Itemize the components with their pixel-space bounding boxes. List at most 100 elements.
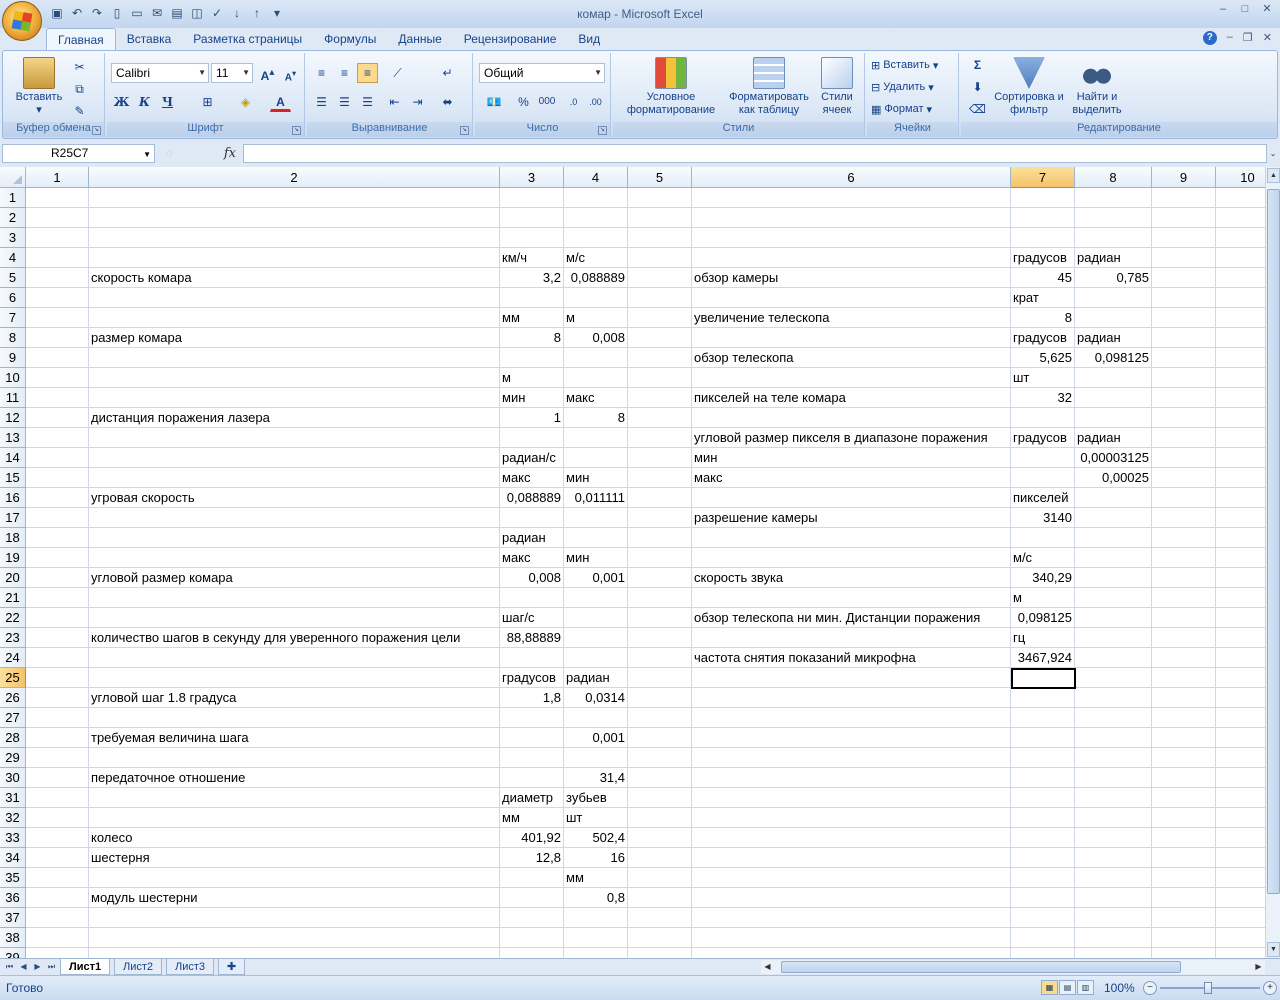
grid-cell[interactable] <box>26 408 89 428</box>
grid-cell[interactable] <box>89 608 500 628</box>
grid-cell[interactable] <box>1075 188 1152 208</box>
borders-icon[interactable]: ⊞ <box>197 92 218 112</box>
grid-cell[interactable] <box>1011 808 1075 828</box>
sheet-tab[interactable]: Лист3 <box>166 959 215 975</box>
cell-value[interactable]: 502,4 <box>564 828 628 848</box>
cell-value[interactable]: 45 <box>1011 268 1075 288</box>
grid-cell[interactable] <box>89 468 500 488</box>
cell-value[interactable]: 1,8 <box>500 688 564 708</box>
grid-cell[interactable] <box>628 548 692 568</box>
grid-cell[interactable] <box>1216 808 1265 828</box>
grid-cell[interactable] <box>1152 408 1216 428</box>
cell-value[interactable]: радиан <box>564 668 628 688</box>
grid-cell[interactable] <box>692 868 1011 888</box>
grid-cell[interactable] <box>1216 948 1265 958</box>
ribbon-tab[interactable]: Формулы <box>313 28 387 50</box>
hscroll-thumb[interactable] <box>781 961 1181 973</box>
grid-cell[interactable] <box>500 748 564 768</box>
grid-cell[interactable] <box>1152 348 1216 368</box>
orientation-icon[interactable]: ⟋ <box>387 63 408 83</box>
grid-cell[interactable] <box>1011 208 1075 228</box>
grid-cell[interactable] <box>628 528 692 548</box>
row-header[interactable]: 36 <box>0 888 26 908</box>
font-size-select[interactable]: 11 ▼ <box>211 63 253 83</box>
grid-cell[interactable] <box>1011 708 1075 728</box>
bold-button[interactable]: Ж <box>111 92 132 112</box>
grid-cell[interactable] <box>628 868 692 888</box>
grid-cell[interactable] <box>1075 928 1152 948</box>
cell-value[interactable]: 0,00003125 <box>1075 448 1152 468</box>
ribbon-tab[interactable]: Вид <box>567 28 611 50</box>
row-header[interactable]: 18 <box>0 528 26 548</box>
dialog-launcher-icon[interactable]: ↘ <box>92 126 101 135</box>
row-header[interactable]: 25 <box>0 668 26 688</box>
grid-cell[interactable] <box>628 808 692 828</box>
row-header[interactable]: 3 <box>0 228 26 248</box>
grid-cell[interactable] <box>1075 228 1152 248</box>
grid-cell[interactable] <box>500 648 564 668</box>
grid-cell[interactable] <box>628 948 692 958</box>
cell-value[interactable]: дистанция поражения лазера <box>89 408 500 428</box>
grid-cell[interactable] <box>26 828 89 848</box>
grid-cell[interactable] <box>564 228 628 248</box>
cell-value[interactable]: 0,011111 <box>564 488 628 508</box>
grid-cell[interactable] <box>26 588 89 608</box>
formula-input[interactable] <box>243 144 1267 163</box>
grid-cell[interactable] <box>1075 828 1152 848</box>
grid-cell[interactable] <box>1075 728 1152 748</box>
grid-cell[interactable] <box>692 748 1011 768</box>
grid-cell[interactable] <box>628 628 692 648</box>
sort-filter-button[interactable]: Сортировка и фильтр <box>991 57 1067 117</box>
grid-cell[interactable] <box>26 188 89 208</box>
grid-cell[interactable] <box>1011 928 1075 948</box>
grid-cell[interactable] <box>89 448 500 468</box>
grid-cell[interactable] <box>1011 448 1075 468</box>
grid-cell[interactable] <box>564 928 628 948</box>
row-header[interactable]: 23 <box>0 628 26 648</box>
column-header[interactable]: 2 <box>89 167 500 188</box>
column-header[interactable]: 8 <box>1075 167 1152 188</box>
grid-cell[interactable] <box>628 188 692 208</box>
grid-cell[interactable] <box>89 248 500 268</box>
cell-value[interactable]: обзор камеры <box>692 268 1011 288</box>
grid-cell[interactable] <box>1011 828 1075 848</box>
grid-cell[interactable] <box>1152 808 1216 828</box>
grid-cell[interactable] <box>1216 628 1265 648</box>
grid-cell[interactable] <box>26 908 89 928</box>
grid-cell[interactable] <box>500 888 564 908</box>
minimize-workbook-icon[interactable]: – <box>1227 31 1233 45</box>
cell-value[interactable]: мин <box>564 468 628 488</box>
ribbon-tab[interactable]: Разметка страницы <box>182 28 313 50</box>
grid-cell[interactable] <box>500 728 564 748</box>
row-header[interactable]: 39 <box>0 948 26 958</box>
row-header[interactable]: 13 <box>0 428 26 448</box>
grid-cell[interactable] <box>1152 588 1216 608</box>
align-right-icon[interactable]: ☰ <box>357 92 378 112</box>
grid-cell[interactable] <box>628 448 692 468</box>
cell-value[interactable]: 8 <box>564 408 628 428</box>
cell-value[interactable]: 340,29 <box>1011 568 1075 588</box>
grid-cell[interactable] <box>26 748 89 768</box>
ribbon-tab[interactable]: Главная <box>46 28 116 50</box>
grid-cell[interactable] <box>1216 668 1265 688</box>
grid-cell[interactable] <box>1152 748 1216 768</box>
grid-cell[interactable] <box>1075 668 1152 688</box>
grid-cell[interactable] <box>628 708 692 728</box>
cell-value[interactable]: 1 <box>500 408 564 428</box>
cell-value[interactable]: шаг/с <box>500 608 564 628</box>
grid-cell[interactable] <box>1152 688 1216 708</box>
cell-value[interactable]: макс <box>692 468 1011 488</box>
grid-cell[interactable] <box>1075 288 1152 308</box>
grid-cell[interactable] <box>692 708 1011 728</box>
grid-cell[interactable] <box>692 188 1011 208</box>
grid-cell[interactable] <box>26 608 89 628</box>
ribbon-tab[interactable]: Вставка <box>116 28 183 50</box>
grid-cell[interactable] <box>1075 388 1152 408</box>
grid-cell[interactable] <box>1011 688 1075 708</box>
grid-cell[interactable] <box>1075 408 1152 428</box>
cell-value[interactable]: макс <box>500 548 564 568</box>
increase-indent-icon[interactable]: ⇥ <box>407 92 428 112</box>
grid-cell[interactable] <box>1216 448 1265 468</box>
row-header[interactable]: 16 <box>0 488 26 508</box>
grid-cell[interactable] <box>1075 208 1152 228</box>
